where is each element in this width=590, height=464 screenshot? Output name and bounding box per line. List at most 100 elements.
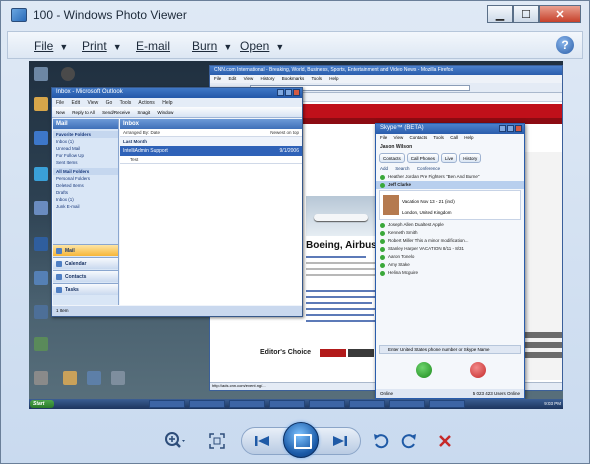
desktop-icon <box>34 305 48 319</box>
inbox-header: Inbox <box>120 119 302 129</box>
browser-menu-item: Help <box>329 76 339 81</box>
window-title: 100 - Windows Photo Viewer <box>33 8 187 22</box>
browser-menu-item: View <box>243 76 254 81</box>
call-icon <box>416 362 432 378</box>
skype-menu-item: Call <box>450 135 458 140</box>
outlook-message-list: Inbox Arranged By: Date Newest on top La… <box>120 119 302 305</box>
file-menu[interactable]: File ▼ <box>34 39 68 53</box>
outlook-menu-item: View <box>87 100 99 106</box>
folder-item: Inbox (1) <box>56 139 74 144</box>
editors-choice-heading: Editor's Choice <box>260 349 312 356</box>
outlook-menu-item: File <box>56 100 65 106</box>
delete-icon <box>439 435 451 447</box>
contacts-nav-button: Contacts <box>53 270 118 282</box>
message-group: Last Month <box>120 137 302 146</box>
skype-window: Skype™ (BETA) File View Contacts Tools C… <box>375 123 525 399</box>
text-line <box>306 274 376 276</box>
skype-menu-item: File <box>380 135 388 140</box>
rotate-counterclockwise-button[interactable] <box>369 429 393 453</box>
delete-button[interactable] <box>433 429 457 453</box>
maximize-button[interactable]: ☐ <box>513 5 539 23</box>
text-line <box>306 296 380 298</box>
browser-menu-item: Edit <box>228 76 237 81</box>
outlook-menu-item: Edit <box>71 100 81 106</box>
minimize-icon <box>499 125 506 132</box>
folder-item: Inbox (1) <box>56 197 74 202</box>
email-button[interactable]: E-mail <box>136 39 170 53</box>
skype-users-online: 5 023 423 Users Online <box>472 391 520 396</box>
arrange-row: Arranged By: Date Newest on top <box>120 129 302 137</box>
minimize-button[interactable]: ▁ <box>487 5 513 23</box>
outlook-menu-item: Go <box>105 100 113 106</box>
outlook-toolbar-item: Reply to All <box>72 110 95 115</box>
open-menu[interactable]: Open ▼ <box>240 39 284 53</box>
photo-viewer-window: 100 - Windows Photo Viewer ▁ ☐ ✕ File ▼ P… <box>0 0 590 464</box>
taskbar-item <box>189 400 225 408</box>
rotate-clockwise-button[interactable] <box>397 429 421 453</box>
avatar <box>383 195 399 215</box>
close-icon <box>293 89 300 96</box>
zoom-button[interactable] <box>161 429 189 453</box>
skype-contact: Stanley Harper VACATION 8/11 - 8/31 <box>376 245 524 253</box>
minimize-icon <box>277 89 284 96</box>
tasks-nav-button: Tasks <box>53 283 118 295</box>
actual-size-icon <box>209 433 225 449</box>
browser-menu-item: History <box>260 76 275 81</box>
mail-nav-button: Mail <box>53 244 118 256</box>
text-line <box>306 308 378 310</box>
photo-viewer-app-icon <box>11 8 27 22</box>
text-line <box>306 302 372 304</box>
taskbar-item <box>349 400 385 408</box>
previous-button[interactable] <box>251 431 273 451</box>
skype-menu-item: Contacts <box>409 135 428 140</box>
skype-contact: Jeff Clarke <box>376 181 524 189</box>
print-menu[interactable]: Print ▼ <box>82 39 122 53</box>
folder-item: For Follow Up <box>56 153 85 158</box>
outlook-window: Inbox - Microsoft Outlook File Edit View… <box>51 87 303 317</box>
help-icon[interactable]: ? <box>556 36 574 54</box>
outlook-menu-item: Help <box>162 100 173 106</box>
contact-card: Vacation Nov 13 - 21 (incl) London, Unit… <box>379 190 521 220</box>
folder-item: Unread Mail <box>56 146 81 151</box>
desktop-icon <box>34 131 48 145</box>
skype-contact: Amy Stake <box>376 261 524 269</box>
skype-title-bar: Skype™ (BETA) <box>376 124 524 134</box>
outlook-toolbar-item: New <box>56 110 66 115</box>
zoom-icon <box>165 432 185 448</box>
taskbar-item <box>309 400 345 408</box>
burn-menu[interactable]: Burn ▼ <box>192 39 232 53</box>
desktop-icon <box>87 371 101 385</box>
nav-header: Mail <box>53 119 118 129</box>
skype-contact: Joseph Allen Dualtest Apple <box>376 221 524 229</box>
folder-item: Deleted Items <box>56 183 84 188</box>
next-button[interactable] <box>329 431 351 451</box>
slideshow-button[interactable] <box>283 422 319 458</box>
editors-choice-tab <box>348 349 374 357</box>
browser-menu-item: Tools <box>311 76 322 81</box>
folder-item: Sent Items <box>56 160 78 165</box>
skype-contact: Aaron Tonelo <box>376 253 524 261</box>
desktop-icon <box>61 67 75 81</box>
screenshot-taskbar: Start 9:03 PM <box>29 399 563 409</box>
desktop-icon <box>34 237 48 251</box>
folder-item: Drafts <box>56 190 69 195</box>
close-icon <box>515 125 522 132</box>
skype-contact: Kenneth Smith <box>376 229 524 237</box>
outlook-menu-item: Actions <box>138 100 155 106</box>
airplane-photo <box>306 196 378 236</box>
skype-status-bar: Online 5 023 423 Users Online <box>376 389 524 398</box>
desktop-icon <box>63 371 77 385</box>
outlook-toolbar-item: Snagit <box>137 110 151 115</box>
close-button[interactable]: ✕ <box>539 5 581 23</box>
skype-menu-item: View <box>393 135 404 140</box>
previous-icon <box>255 436 269 446</box>
taskbar-item <box>149 400 185 408</box>
desktop-icon <box>34 271 48 285</box>
actual-size-button[interactable] <box>205 429 229 453</box>
next-icon <box>333 436 347 446</box>
contact-note: Vacation Nov 13 - 21 (incl) <box>402 199 455 204</box>
editors-choice-tab <box>320 349 346 357</box>
outlook-title: Inbox - Microsoft Outlook <box>56 89 123 95</box>
skype-status: Online <box>380 391 394 396</box>
skype-action: Conference <box>416 166 441 171</box>
